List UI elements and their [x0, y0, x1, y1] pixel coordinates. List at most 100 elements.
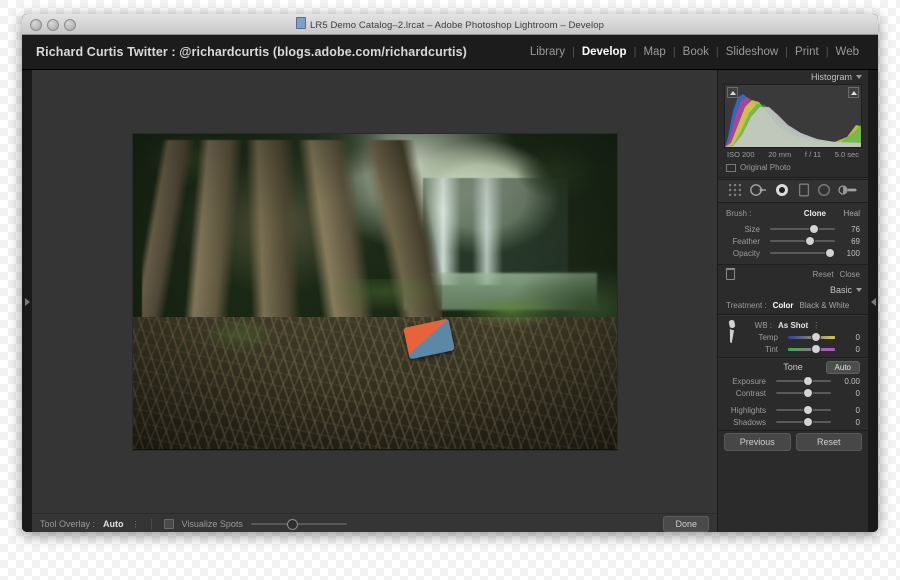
red-eye-icon[interactable] — [774, 183, 790, 199]
treatment-color-option[interactable]: Color — [773, 301, 794, 310]
wb-dropdown-icon[interactable]: ⋮ — [812, 321, 820, 330]
slider-knob[interactable] — [811, 345, 820, 353]
identity-plate[interactable]: Richard Curtis Twitter : @richardcurtis … — [36, 45, 467, 59]
brush-mode-clone[interactable]: Clone — [751, 209, 826, 218]
toolbar-divider — [150, 518, 152, 530]
zoom-button[interactable] — [64, 19, 76, 31]
temp-value: 0 — [855, 332, 860, 342]
histogram-panel-header[interactable]: Histogram — [718, 70, 868, 84]
adjustment-brush-icon[interactable] — [838, 183, 858, 199]
module-print[interactable]: Print — [788, 46, 826, 58]
module-develop[interactable]: Develop — [575, 46, 634, 58]
exif-readout: ISO 200 20 mm f / 11 5.0 sec — [718, 148, 868, 159]
tint-slider[interactable] — [788, 344, 835, 354]
slider-knob[interactable] — [803, 389, 812, 397]
close-button[interactable] — [30, 19, 42, 31]
graduated-filter-icon[interactable] — [798, 183, 810, 199]
contrast-slider[interactable] — [776, 388, 831, 398]
brush-opacity-value: 100 — [846, 248, 860, 258]
treatment-label: Treatment : — [726, 301, 767, 310]
right-panel-toggle[interactable] — [868, 70, 878, 532]
brush-feather-label: Feather — [732, 236, 760, 246]
tone-sliders: Exposure 0.00 Contrast 0 Highlights 0 Sh… — [718, 375, 868, 428]
brush-opacity-label: Opacity — [732, 248, 760, 258]
brush-feather-value: 69 — [851, 236, 860, 246]
temp-slider[interactable] — [788, 332, 835, 342]
exposure-slider[interactable] — [776, 376, 831, 386]
visualize-spots-checkbox[interactable] — [163, 519, 174, 529]
auto-tone-button[interactable]: Auto — [825, 360, 860, 374]
treatment-bw-option[interactable]: Black & White — [800, 301, 850, 310]
aperture-value: f / 11 — [804, 150, 822, 159]
brush-mode-heal[interactable]: Heal — [826, 209, 860, 218]
window-controls[interactable] — [30, 19, 76, 31]
chevron-down-icon[interactable] — [856, 288, 862, 292]
left-panel-toggle[interactable] — [22, 70, 32, 532]
done-button[interactable]: Done — [663, 516, 709, 532]
tool-overlay-dropdown-icon[interactable]: ⋮ — [132, 520, 140, 529]
basic-panel-header[interactable]: Basic — [718, 283, 868, 297]
chevron-down-icon[interactable] — [856, 75, 862, 79]
white-balance-block: WB : As Shot ⋮ Temp 0 Tint 0 — [718, 316, 868, 357]
previous-button[interactable]: Previous — [724, 433, 791, 451]
basic-panel: Treatment : Color Black & White WB: As … — [718, 297, 868, 430]
shadows-value: 0 — [855, 417, 860, 427]
module-book[interactable]: Book — [676, 46, 716, 58]
shadows-slider[interactable] — [776, 417, 831, 427]
highlight-clipping-indicator[interactable] — [848, 87, 859, 98]
tint-value: 0 — [855, 344, 860, 354]
highlights-row: Highlights 0 — [718, 404, 860, 416]
brush-label: Brush : — [726, 208, 752, 218]
slider-knob[interactable] — [811, 333, 820, 341]
exposure-label: Exposure — [732, 376, 766, 386]
chevron-right-icon — [24, 298, 30, 306]
tool-overlay-value[interactable]: Auto — [103, 519, 124, 529]
brush-size-value: 76 — [851, 224, 860, 234]
visualize-spots-label: Visualize Spots — [181, 519, 243, 529]
brush-close-button[interactable]: Close — [840, 270, 860, 279]
wb-value[interactable]: As Shot — [778, 321, 808, 330]
histogram-svg — [725, 94, 861, 147]
banyan-tree-waterfall-backpack-photo[interactable] — [132, 133, 617, 450]
module-bar: Richard Curtis Twitter : @richardcurtis … — [22, 35, 878, 70]
slider-knob[interactable] — [803, 377, 812, 385]
slider-knob[interactable] — [803, 406, 812, 414]
eyedropper-icon[interactable] — [724, 319, 740, 345]
brush-opacity-slider[interactable] — [770, 248, 835, 258]
slider-track — [770, 240, 835, 242]
slider-knob[interactable] — [287, 518, 299, 530]
minimize-button[interactable] — [47, 19, 59, 31]
iso-value: ISO 200 — [727, 150, 755, 159]
visualize-spots-slider[interactable] — [250, 518, 347, 530]
radial-filter-icon[interactable] — [817, 183, 831, 199]
slider-knob[interactable] — [825, 249, 834, 257]
center-column: Tool Overlay : Auto ⋮ Visualize Spots Do… — [32, 70, 717, 532]
shutter-speed-value: 5.0 sec — [834, 150, 859, 159]
spot-removal-icon[interactable] — [749, 183, 767, 199]
tone-header: Tone Auto — [718, 359, 868, 375]
brush-size-slider[interactable] — [770, 224, 835, 234]
right-panel: Histogram ISO 200 20 mm f / 11 5.0 sec O… — [717, 70, 868, 532]
highlights-slider[interactable] — [776, 405, 831, 415]
contrast-value: 0 — [855, 388, 860, 398]
wb-label: WB : — [754, 320, 772, 330]
slider-knob[interactable] — [810, 225, 819, 233]
brush-reset-button[interactable]: Reset — [813, 270, 834, 279]
module-library[interactable]: Library — [523, 46, 572, 58]
original-photo-row[interactable]: Original Photo — [718, 159, 868, 177]
module-slideshow[interactable]: Slideshow — [719, 46, 785, 58]
brush-feather-slider[interactable] — [770, 236, 835, 246]
window-title: LR5 Demo Catalog–2.lrcat – Adobe Photosh… — [22, 17, 878, 31]
image-canvas[interactable] — [32, 70, 717, 513]
slider-knob[interactable] — [806, 237, 815, 245]
tone-label: Tone — [783, 362, 803, 372]
reset-button[interactable]: Reset — [795, 433, 862, 451]
contrast-label: Contrast — [735, 388, 766, 398]
module-web[interactable]: Web — [829, 46, 866, 58]
histogram-graph[interactable] — [724, 84, 862, 148]
crop-overlay-icon[interactable] — [728, 183, 742, 199]
module-map[interactable]: Map — [636, 46, 672, 58]
trash-icon[interactable] — [726, 268, 735, 280]
slider-knob[interactable] — [803, 418, 812, 426]
shadow-clipping-indicator[interactable] — [727, 87, 738, 98]
